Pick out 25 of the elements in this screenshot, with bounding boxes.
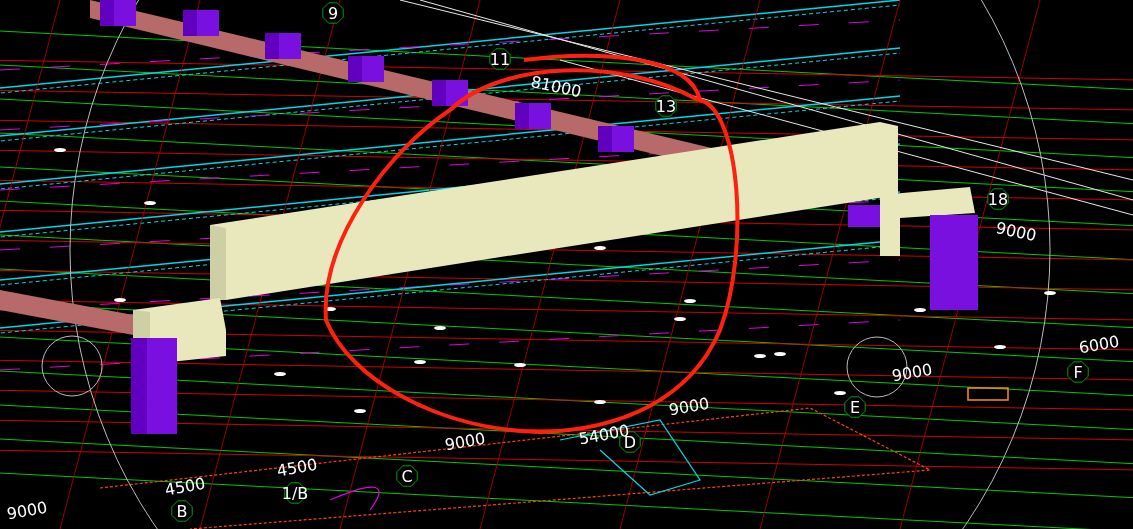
dimension-label: 9000 xyxy=(667,393,711,420)
grid-axis-marker: 13 xyxy=(655,95,677,117)
grid-axis-marker: B xyxy=(171,500,193,522)
column-block-drawing xyxy=(265,33,301,59)
dimension-label: 6000 xyxy=(1077,331,1121,358)
column-block-drawing xyxy=(432,80,468,106)
dimension-label: 9000 xyxy=(443,428,487,455)
dimension-label: 81000 xyxy=(529,72,583,102)
column-block-drawing xyxy=(515,103,551,129)
grid-axis-marker: 9 xyxy=(322,2,344,24)
grid-axis-marker: 1/B xyxy=(281,482,309,504)
dimension-label: 9000 xyxy=(890,359,934,386)
grid-axis-marker: 11 xyxy=(489,48,511,70)
dimension-label: 4500 xyxy=(275,454,319,481)
column-block-drawing xyxy=(183,10,219,36)
grid-axis-marker: F xyxy=(1067,361,1089,383)
grid-axis-marker: E xyxy=(844,396,866,418)
grid-axis-marker: C xyxy=(396,465,418,487)
dimension-label: 9000 xyxy=(994,218,1039,246)
grid-axis-marker: 18 xyxy=(987,188,1009,210)
dimension-label: 9000 xyxy=(5,497,49,524)
column-block-drawing xyxy=(348,56,384,82)
column-block-drawing xyxy=(598,126,634,152)
dimension-label: 4500 xyxy=(163,473,207,500)
column-block-drawing xyxy=(100,0,136,26)
